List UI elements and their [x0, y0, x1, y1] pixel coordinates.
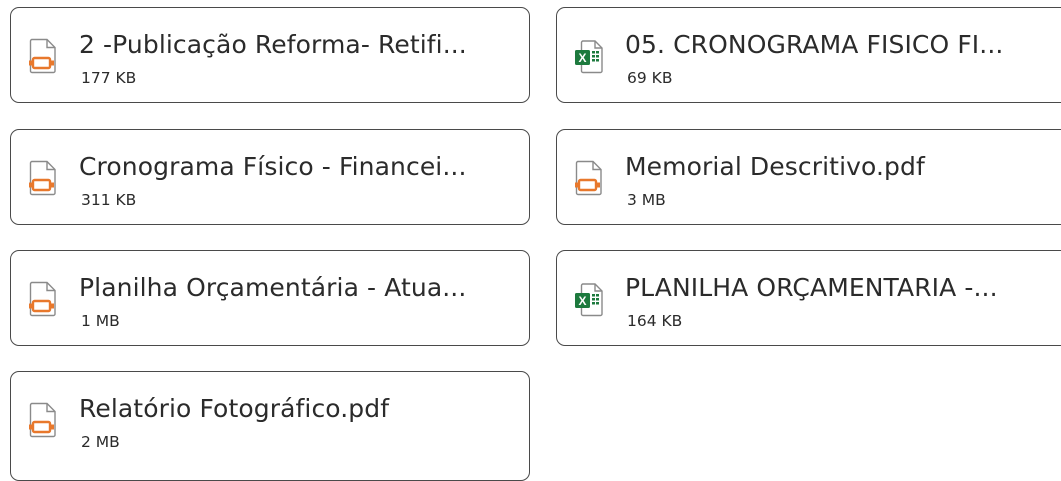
file-size: 311 KB	[81, 191, 137, 209]
file-attachment-card[interactable]: Memorial Descritivo.pdf 3 MB	[556, 129, 1061, 225]
file-size: 1 MB	[81, 312, 120, 330]
file-name: Cronograma Físico - Financei...	[79, 152, 467, 181]
file-name: Planilha Orçamentária - Atua...	[79, 273, 467, 302]
file-attachment-card[interactable]: Planilha Orçamentária - Atua... 1 MB	[10, 250, 530, 346]
file-attachment-card[interactable]: Cronograma Físico - Financei... 311 KB	[10, 129, 530, 225]
file-attachment-card[interactable]: 2 -Publicação Reforma- Retifi... 177 KB	[10, 7, 530, 103]
pdf-icon	[574, 160, 604, 196]
file-size: 2 MB	[81, 433, 120, 451]
file-name: PLANILHA ORÇAMENTARIA -...	[625, 273, 998, 302]
pdf-icon	[28, 281, 58, 317]
file-name: 2 -Publicação Reforma- Retifi...	[79, 30, 467, 59]
pdf-icon	[28, 402, 58, 438]
file-size: 3 MB	[627, 191, 666, 209]
svg-text:X: X	[578, 51, 586, 65]
pdf-icon	[28, 38, 58, 74]
file-name: Relatório Fotográfico.pdf	[79, 394, 390, 423]
excel-icon: X	[574, 281, 604, 317]
file-name: Memorial Descritivo.pdf	[625, 152, 925, 181]
file-attachment-card[interactable]: Relatório Fotográfico.pdf 2 MB	[10, 371, 530, 481]
pdf-icon	[28, 160, 58, 196]
file-attachment-card[interactable]: X PLANILHA ORÇAMENTARIA -... 164 KB	[556, 250, 1061, 346]
file-attachment-card[interactable]: X 05. CRONOGRAMA FISICO FI... 69 KB	[556, 7, 1061, 103]
file-size: 164 KB	[627, 312, 683, 330]
file-size: 177 KB	[81, 69, 137, 87]
svg-text:X: X	[578, 294, 586, 308]
excel-icon: X	[574, 38, 604, 74]
file-size: 69 KB	[627, 69, 673, 87]
file-name: 05. CRONOGRAMA FISICO FI...	[625, 30, 1004, 59]
